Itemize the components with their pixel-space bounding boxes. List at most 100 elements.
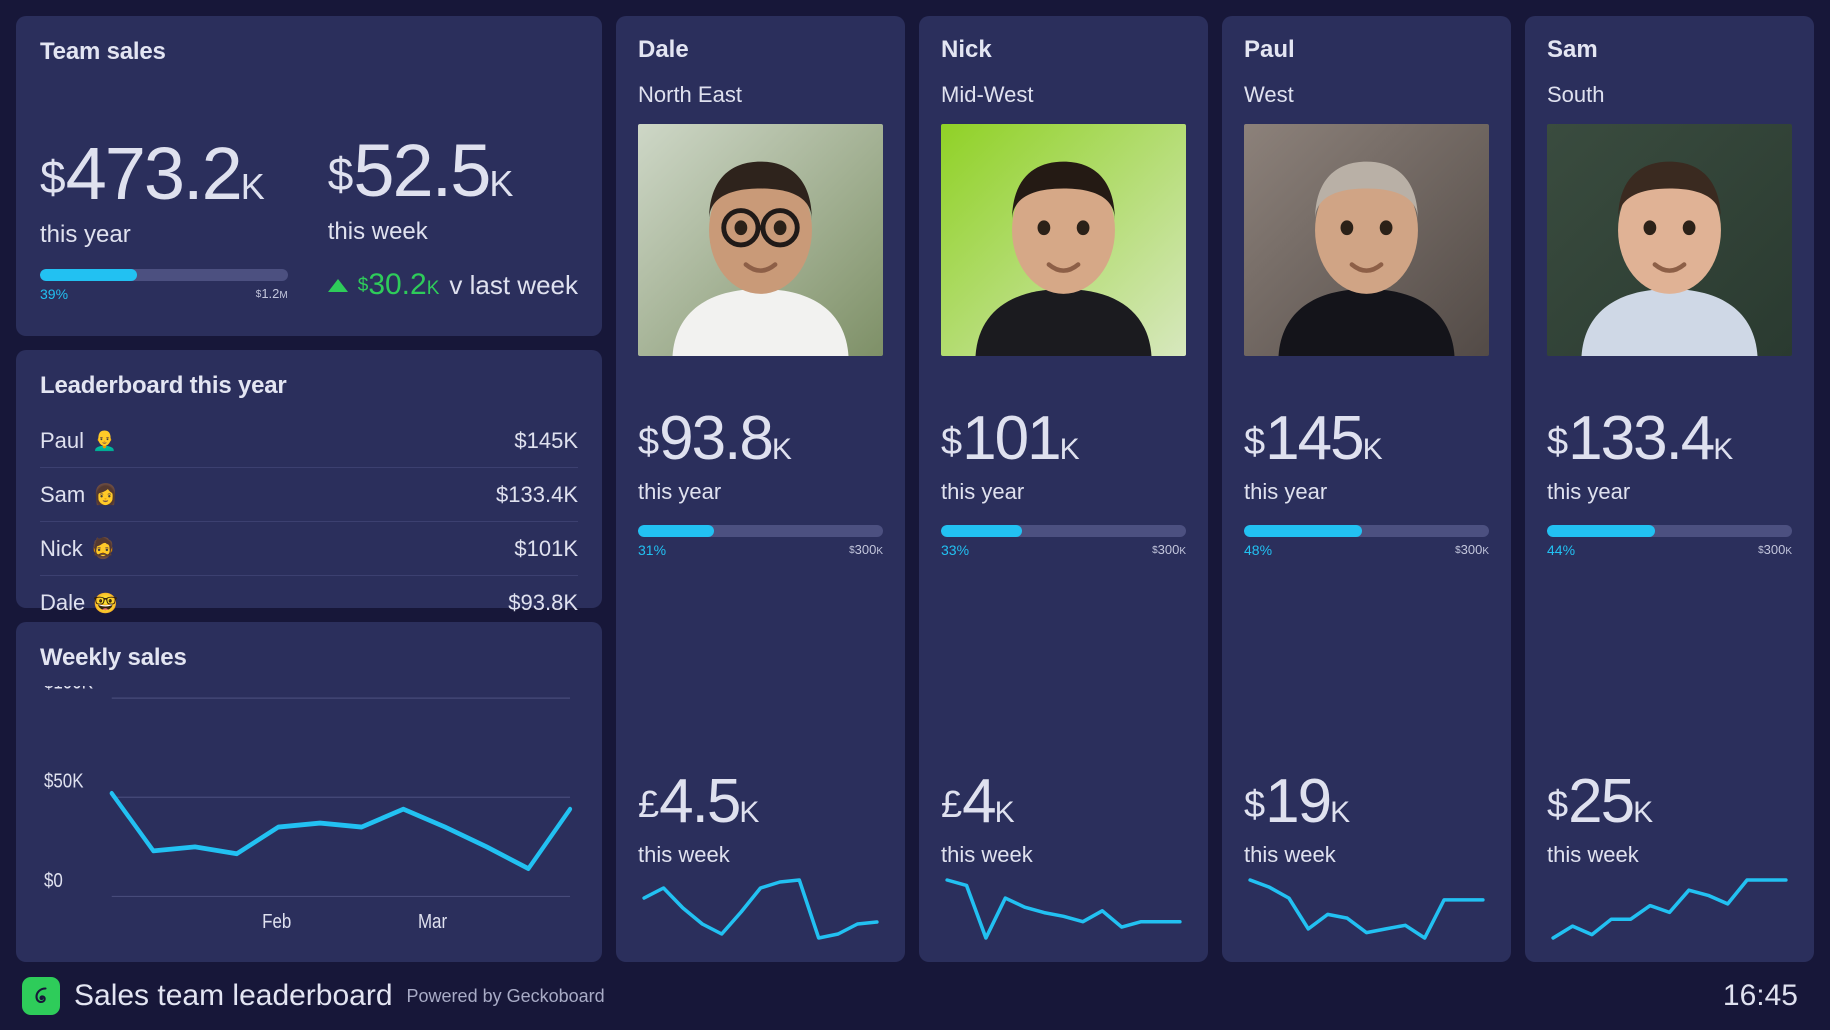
leaderboard-row-value: $145K xyxy=(514,427,578,453)
team-week-value: $52.5K xyxy=(328,133,578,207)
person-card-nick[interactable]: Nick Mid-West $101K this year 33% $300K … xyxy=(919,16,1208,962)
person-year-value: $93.8K xyxy=(638,408,883,470)
person-year-kpi: $93.8K this year 31% $300K xyxy=(638,408,883,558)
currency-symbol: $ xyxy=(1244,784,1266,827)
target-suffix: M xyxy=(279,290,288,301)
value-number: 473.2 xyxy=(65,131,243,215)
people-column: Dale North East $93.8K this year 31% $30… xyxy=(616,16,1814,962)
progress-fill xyxy=(40,269,137,281)
person-year-kpi: $101K this year 33% $300K xyxy=(941,408,1186,558)
chart-ytick-label: $100K xyxy=(44,686,93,693)
delta-value: $30.2K xyxy=(358,268,440,302)
currency-symbol: £ xyxy=(638,784,660,827)
leaderboard-row-name: Nick 🧔 xyxy=(40,536,116,562)
progress-footer: 31% $300K xyxy=(638,542,883,558)
progress-track xyxy=(1547,524,1792,537)
team-week-label: this week xyxy=(327,218,428,245)
leaderboard-list: Paul 👨‍🦲 $145K Sam 👩 $133.4K Nick 🧔 $101K Dale 🤓 $9… xyxy=(40,414,578,630)
leaderboard-row[interactable]: Sam 👩 $133.4K xyxy=(40,468,578,522)
team-year-progress: 39% $1.2M xyxy=(40,269,288,302)
leaderboard-row[interactable]: Paul 👨‍🦲 $145K xyxy=(40,414,578,468)
progress-fill xyxy=(1547,524,1655,537)
value-number: 25 xyxy=(1568,767,1635,837)
progress-footer: 48% $300K xyxy=(1244,542,1489,558)
target-suffix: K xyxy=(1179,545,1186,557)
avatar-emoji-icon: 👩 xyxy=(93,484,119,506)
person-year-value: $133.4K xyxy=(1547,408,1792,470)
name-text: Sam xyxy=(40,481,86,507)
target-number: 300 xyxy=(1157,541,1180,557)
person-year-label: this year xyxy=(1547,478,1631,504)
person-sparkline xyxy=(638,874,883,944)
progress-footer: 39% $1.2M xyxy=(40,286,288,302)
chart-ytick-label: $0 xyxy=(44,868,63,891)
team-week-kpi: $52.5K this week $30.2K v last week xyxy=(327,133,578,302)
person-year-value: $101K xyxy=(941,408,1186,470)
progress-track xyxy=(638,524,883,537)
person-week-kpi: £4.5K this week xyxy=(638,771,883,868)
avatar-emoji-icon: 🤓 xyxy=(93,592,119,615)
person-photo xyxy=(1244,124,1489,356)
progress-target: $1.2M xyxy=(256,286,288,302)
team-year-label: this year xyxy=(40,221,131,248)
value-suffix: K xyxy=(1362,433,1383,466)
chart-ytick-label: $50K xyxy=(44,769,84,792)
currency-symbol: £ xyxy=(941,784,963,827)
leaderboard-row-name: Dale 🤓 xyxy=(40,590,118,616)
target-number: 300 xyxy=(1460,541,1483,557)
person-week-label: this week xyxy=(941,842,1033,867)
team-sales-title: Team sales xyxy=(40,38,166,65)
progress-target: $300K xyxy=(1455,542,1489,558)
progress-target: $300K xyxy=(1152,542,1186,558)
footer-title: Sales team leaderboard xyxy=(74,979,393,1012)
sparkline-svg xyxy=(642,878,879,940)
target-suffix: K xyxy=(876,545,883,557)
person-photo xyxy=(638,124,883,356)
triangle-up-icon xyxy=(327,278,348,292)
target-number: 300 xyxy=(854,541,877,557)
person-sparkline xyxy=(1547,874,1792,944)
avatar-emoji-icon: 🧔 xyxy=(90,538,116,560)
leaderboard-row[interactable]: Nick 🧔 $101K xyxy=(40,522,578,576)
target-number: 300 xyxy=(1763,541,1786,557)
person-week-label: this week xyxy=(1244,842,1336,867)
sam-portrait xyxy=(1547,124,1792,356)
person-card-sam[interactable]: Sam South $133.4K this year 44% $300K $2… xyxy=(1525,16,1814,962)
value-suffix: K xyxy=(240,165,265,207)
progress-fill xyxy=(941,524,1022,537)
value-number: 19 xyxy=(1265,767,1332,837)
person-year-kpi: $133.4K this year 44% $300K xyxy=(1547,408,1792,558)
delta-currency: $ xyxy=(357,275,369,296)
person-week-value: £4K xyxy=(941,771,1186,833)
person-sparkline xyxy=(941,874,1186,944)
value-number: 101 xyxy=(962,404,1061,473)
value-number: 133.4 xyxy=(1568,404,1715,473)
progress-footer: 33% $300K xyxy=(941,542,1186,558)
left-column: Team sales $473.2K this year 39% $1.2M $… xyxy=(16,16,602,962)
value-suffix: K xyxy=(1330,796,1351,830)
person-year-progress: 33% $300K xyxy=(941,524,1186,558)
sparkline-svg xyxy=(1551,878,1788,940)
team-year-kpi: $473.2K this year 39% $1.2M xyxy=(40,136,288,302)
person-week-kpi: $25K this week xyxy=(1547,771,1792,868)
progress-percent: 33% xyxy=(941,541,970,558)
person-year-value: $145K xyxy=(1244,408,1489,470)
leaderboard-row-name: Sam 👩 xyxy=(40,482,118,508)
progress-fill xyxy=(638,524,714,537)
team-sales-kpis: $473.2K this year 39% $1.2M $52.5K this … xyxy=(40,66,578,314)
value-number: 93.8 xyxy=(659,404,774,473)
sparkline-path xyxy=(945,878,1182,940)
person-region: Mid-West xyxy=(941,82,1034,107)
person-name: Paul xyxy=(1244,36,1295,63)
progress-footer: 44% $300K xyxy=(1547,542,1792,558)
value-number: 4.5 xyxy=(659,767,741,837)
geckoboard-logo-icon xyxy=(22,977,60,1015)
person-card-paul[interactable]: Paul West $145K this year 48% $300K $19K… xyxy=(1222,16,1511,962)
person-week-label: this week xyxy=(638,842,730,867)
person-year-label: this year xyxy=(1244,478,1328,504)
person-name: Dale xyxy=(638,36,689,63)
leaderboard-row-value: $93.8K xyxy=(508,590,578,615)
target-suffix: K xyxy=(1785,545,1792,557)
person-card-dale[interactable]: Dale North East $93.8K this year 31% $30… xyxy=(616,16,905,962)
person-photo xyxy=(941,124,1186,356)
